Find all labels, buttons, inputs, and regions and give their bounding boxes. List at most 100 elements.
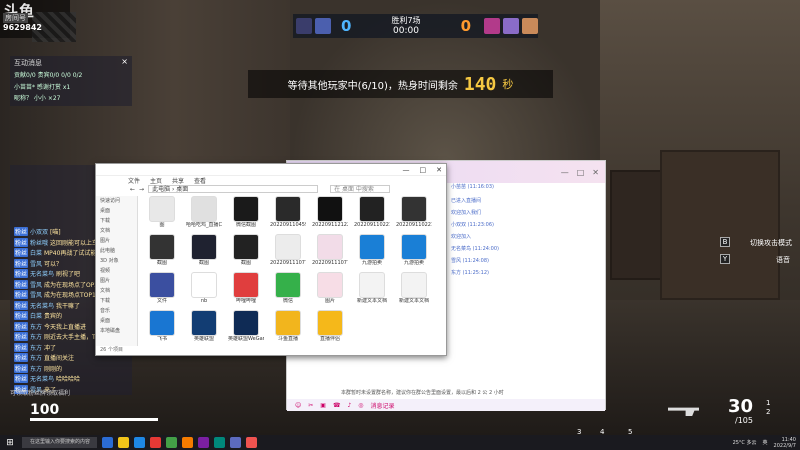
file-item[interactable]: 2022091121229 <box>312 196 348 234</box>
start-button[interactable]: ⊞ <box>4 437 16 449</box>
chat-nickname[interactable]: 东方 <box>30 345 42 352</box>
file-item[interactable]: 哔哩哔哩 <box>228 272 264 310</box>
chat-nickname[interactable]: 东方 <box>30 355 42 362</box>
chat-nickname[interactable]: 东方 <box>30 324 42 331</box>
nav-item[interactable]: 快速访问 <box>96 196 137 206</box>
weapon-slot: 1 <box>766 399 771 407</box>
chat-nickname[interactable]: 白菜 <box>30 250 42 257</box>
file-item[interactable]: 新建文本文档 <box>354 272 390 310</box>
close-button[interactable]: ✕ <box>592 168 599 177</box>
tab-file[interactable]: 文件 <box>128 176 140 185</box>
folder-icon[interactable] <box>118 437 129 448</box>
nav-item[interactable]: 文档 <box>96 226 137 236</box>
nav-item[interactable]: 本地磁盘 <box>96 326 137 336</box>
weather-widget[interactable]: 25°C 多云 <box>733 439 757 446</box>
call-icon[interactable]: ☎ <box>333 402 340 409</box>
tab-home[interactable]: 主页 <box>150 176 162 185</box>
chat-nickname[interactable]: 白菜 <box>30 313 42 320</box>
minimize-button[interactable]: — <box>403 166 410 174</box>
nav-item[interactable]: 桌面 <box>96 316 137 326</box>
app-icon[interactable] <box>150 437 161 448</box>
nav-item[interactable]: 下载 <box>96 296 137 306</box>
file-item[interactable]: 2022091110773 <box>312 234 348 272</box>
chat-nickname[interactable]: 雪风 <box>30 292 42 299</box>
music-icon[interactable]: ♪ <box>347 402 351 409</box>
close-icon[interactable]: × <box>121 57 128 66</box>
fan-badge: 粉丝 <box>14 332 29 341</box>
file-item[interactable]: 英雄联盟WeGame版 <box>228 310 264 348</box>
chat-nickname[interactable]: 无名菜鸟 <box>30 271 54 278</box>
file-item[interactable]: 截图 <box>186 234 222 272</box>
file-item[interactable]: 斗鱼直播 <box>270 310 306 348</box>
tab-view[interactable]: 查看 <box>194 176 206 185</box>
nav-item[interactable]: 文档 <box>96 286 137 296</box>
taskbar-search[interactable]: 在这里输入你要搜索的内容 <box>22 437 97 448</box>
chat-nickname[interactable]: 小双双 <box>30 229 48 236</box>
chat-nickname[interactable]: 东方 <box>30 334 42 341</box>
nav-item[interactable]: 视频 <box>96 266 137 276</box>
clock[interactable]: 11:40 2022/9/7 <box>774 437 796 449</box>
maximize-button[interactable]: □ <box>577 168 585 177</box>
chat-line: 粉丝 东方 今天我上直播进 <box>14 321 86 331</box>
file-item[interactable]: nb <box>186 272 222 310</box>
chat-message: 刷视了吧 <box>55 271 80 278</box>
wechat-icon[interactable] <box>166 437 177 448</box>
app-icon[interactable] <box>198 437 209 448</box>
tab-share[interactable]: 共享 <box>172 176 184 185</box>
nav-item[interactable]: 此电脑 <box>96 246 137 256</box>
file-item[interactable]: 九游拍卖 <box>354 234 390 272</box>
address-bar[interactable]: 此电脑 › 桌面 <box>148 185 319 193</box>
emoji-icon[interactable]: ☺ <box>295 402 301 409</box>
file-item[interactable]: 图 <box>144 196 180 234</box>
search-input[interactable]: 在 桌面 中搜索 <box>330 185 391 193</box>
chat-nickname[interactable]: 雪风 <box>30 261 42 268</box>
file-item[interactable]: 九游拍卖 <box>396 234 432 272</box>
file-item[interactable]: 2022091102219 <box>396 196 432 234</box>
douyu-icon[interactable] <box>182 437 193 448</box>
app-icon[interactable] <box>246 437 257 448</box>
file-item[interactable]: 飞书 <box>144 310 180 348</box>
maximize-button[interactable]: □ <box>420 166 427 174</box>
file-item[interactable]: 文件 <box>144 272 180 310</box>
file-thumbnail-icon <box>275 234 301 260</box>
file-item[interactable]: 截图 <box>144 234 180 272</box>
chat-nickname[interactable]: 雪风 <box>30 282 42 289</box>
file-icon[interactable]: ▣ <box>320 402 326 409</box>
forward-icon[interactable]: → <box>139 186 144 193</box>
file-label: 英雄联盟WeGame版 <box>228 336 264 342</box>
chat-nickname[interactable]: 无名菜鸟 <box>30 376 54 383</box>
chat-nickname[interactable]: 粉丝哦 <box>30 240 48 247</box>
input-language[interactable]: 英 <box>763 439 768 446</box>
chat-nickname[interactable]: 无名菜鸟 <box>30 303 54 310</box>
minimize-button[interactable]: — <box>561 168 569 177</box>
nav-item[interactable]: 下载 <box>96 216 137 226</box>
nav-item[interactable]: 音乐 <box>96 306 137 316</box>
screenshot-icon[interactable]: ✂ <box>308 402 313 409</box>
file-item[interactable]: 微信截图 <box>228 196 264 234</box>
task-view-icon[interactable] <box>102 437 113 448</box>
camera-icon[interactable]: ◎ <box>358 402 363 409</box>
nav-item[interactable]: 3D 对象 <box>96 256 137 266</box>
file-item[interactable]: 微信 <box>270 272 306 310</box>
file-thumbnail-icon <box>317 196 343 222</box>
file-item[interactable]: 新建文本文档 <box>396 272 432 310</box>
close-button[interactable]: ✕ <box>436 166 442 174</box>
back-icon[interactable]: ← <box>130 186 135 193</box>
file-item[interactable]: 2022091110773 <box>270 234 306 272</box>
history-button[interactable]: 消息记录 <box>371 401 395 410</box>
edge-icon[interactable] <box>134 437 145 448</box>
chat-message: 贵宾的 <box>43 313 62 320</box>
app-icon[interactable] <box>230 437 241 448</box>
file-item[interactable]: 直播伴侣 <box>312 310 348 348</box>
nav-item[interactable]: 桌面 <box>96 206 137 216</box>
file-item[interactable]: 哈哈吃鸡_直播口袋 <box>186 196 222 234</box>
file-item[interactable]: 图片 <box>312 272 348 310</box>
nav-item[interactable]: 图片 <box>96 236 137 246</box>
file-item[interactable]: 2022091104594 <box>270 196 306 234</box>
file-item[interactable]: 英雄联盟 <box>186 310 222 348</box>
nav-item[interactable]: 图片 <box>96 276 137 286</box>
file-item[interactable]: 2022091102219 <box>354 196 390 234</box>
file-item[interactable]: 截图 <box>228 234 264 272</box>
chat-nickname[interactable]: 东方 <box>30 366 42 373</box>
app-icon[interactable] <box>214 437 225 448</box>
